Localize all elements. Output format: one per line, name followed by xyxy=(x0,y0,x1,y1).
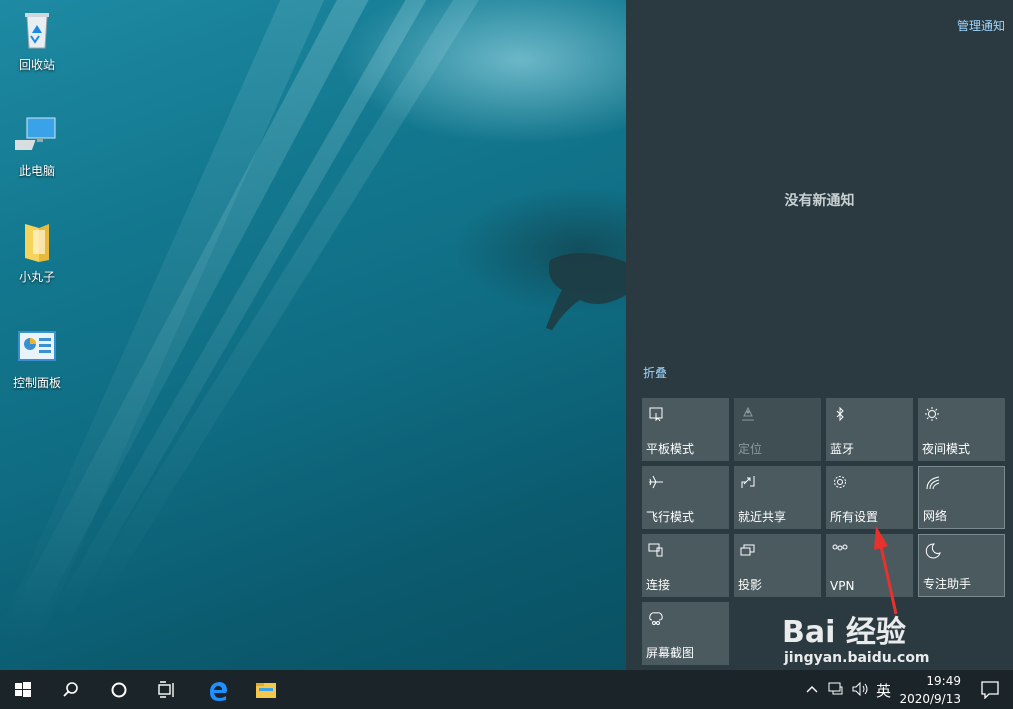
tile-network[interactable]: 网络 xyxy=(918,466,1005,529)
notification-icon xyxy=(981,681,999,699)
edge-icon xyxy=(210,682,227,701)
start-button[interactable] xyxy=(0,670,46,709)
desktop-icon-control-panel[interactable]: 控制面板 xyxy=(2,326,72,391)
tile-label: 连接 xyxy=(646,578,671,592)
nearby-share-icon xyxy=(741,476,755,488)
action-center-button[interactable] xyxy=(967,670,1013,709)
ime-indicator[interactable]: 英 xyxy=(876,680,891,701)
tile-label: 就近共享 xyxy=(738,510,787,524)
tile-focus-assist[interactable]: 专注助手 xyxy=(918,534,1005,597)
vpn-icon xyxy=(832,544,848,551)
screen-snip-icon xyxy=(649,612,663,625)
network-status-icon[interactable] xyxy=(828,682,844,696)
tile-label: 专注助手 xyxy=(923,577,972,591)
annotation-arrow xyxy=(874,526,898,615)
action-center-panel: 管理通知 没有新通知 折叠 平板模式 定位 蓝牙 夜间模式 飞行模式 就近共享 … xyxy=(626,0,1013,670)
volume-icon[interactable] xyxy=(852,682,870,696)
watermark-brand: Bai 经验 xyxy=(782,615,906,650)
tile-nearby-share[interactable]: 就近共享 xyxy=(734,466,821,529)
tile-label: 平板模式 xyxy=(646,442,695,456)
recycle-bin-icon xyxy=(15,8,59,52)
tile-label: VPN xyxy=(830,579,855,593)
task-view-button[interactable] xyxy=(144,670,190,709)
focus-assist-icon xyxy=(925,543,941,559)
clock-date: 2020/9/13 xyxy=(899,692,961,706)
baidu-watermark: Bai 经验 jingyan.baidu.com xyxy=(782,615,930,666)
cortana-button[interactable] xyxy=(96,670,142,709)
file-explorer-icon xyxy=(256,683,276,698)
no-notifications-message: 没有新通知 xyxy=(784,193,855,209)
desktop-icon-this-pc[interactable]: 此电脑 xyxy=(2,114,72,179)
control-panel-icon xyxy=(15,326,59,370)
search-icon xyxy=(63,682,78,697)
project-icon xyxy=(740,544,755,556)
taskbar-clock[interactable]: 19:49 2020/9/13 xyxy=(899,672,961,708)
gear-icon xyxy=(834,476,846,488)
tile-airplane-mode[interactable]: 飞行模式 xyxy=(642,466,729,529)
tile-location[interactable]: 定位 xyxy=(734,398,821,461)
desktop-icon-folder[interactable]: 小丸子 xyxy=(2,220,72,285)
tile-screen-snip[interactable]: 屏幕截图 xyxy=(642,602,729,665)
tile-tablet-mode[interactable]: 平板模式 xyxy=(642,398,729,461)
desktop-icon-label: 此电脑 xyxy=(18,164,55,178)
edge-button[interactable] xyxy=(194,670,240,709)
file-explorer-button[interactable] xyxy=(242,670,288,709)
taskbar: 英 19:49 2020/9/13 xyxy=(0,670,1013,709)
manage-notifications-link[interactable]: 管理通知 xyxy=(957,17,1005,34)
task-view-icon xyxy=(158,681,174,698)
tile-label: 网络 xyxy=(923,509,948,523)
network-icon xyxy=(926,476,940,490)
tile-label: 飞行模式 xyxy=(646,510,695,524)
tile-label: 定位 xyxy=(738,442,763,456)
airplane-icon xyxy=(649,475,663,489)
connect-icon xyxy=(648,543,663,557)
desktop-icon-label: 小丸子 xyxy=(18,270,55,284)
chevron-up-icon[interactable] xyxy=(806,684,818,694)
tile-label: 投影 xyxy=(738,578,763,592)
tile-label: 蓝牙 xyxy=(830,442,855,456)
collapse-link[interactable]: 折叠 xyxy=(643,364,667,381)
search-button[interactable] xyxy=(48,670,94,709)
night-light-icon xyxy=(925,407,939,421)
tile-label: 夜间模式 xyxy=(922,442,971,456)
swimmer-image xyxy=(546,252,626,330)
tile-night-light[interactable]: 夜间模式 xyxy=(918,398,1005,461)
cortana-icon xyxy=(111,682,127,698)
this-pc-icon xyxy=(5,114,59,158)
system-tray: 英 xyxy=(802,670,912,709)
bluetooth-icon xyxy=(836,406,844,422)
tile-connect[interactable]: 连接 xyxy=(642,534,729,597)
desktop-icon-label: 回收站 xyxy=(18,58,55,72)
tile-bluetooth[interactable]: 蓝牙 xyxy=(826,398,913,461)
start-icon xyxy=(15,682,31,697)
location-icon xyxy=(742,406,754,421)
tablet-mode-icon xyxy=(649,407,663,422)
desktop-wallpaper xyxy=(0,0,626,670)
tile-project[interactable]: 投影 xyxy=(734,534,821,597)
clock-time: 19:49 xyxy=(926,674,961,688)
tile-label: 屏幕截图 xyxy=(646,646,695,660)
desktop-icon-label: 控制面板 xyxy=(12,376,61,390)
desktop-icon-recycle-bin[interactable]: 回收站 xyxy=(2,8,72,73)
folder-icon xyxy=(15,220,59,264)
watermark-url: jingyan.baidu.com xyxy=(783,650,930,666)
